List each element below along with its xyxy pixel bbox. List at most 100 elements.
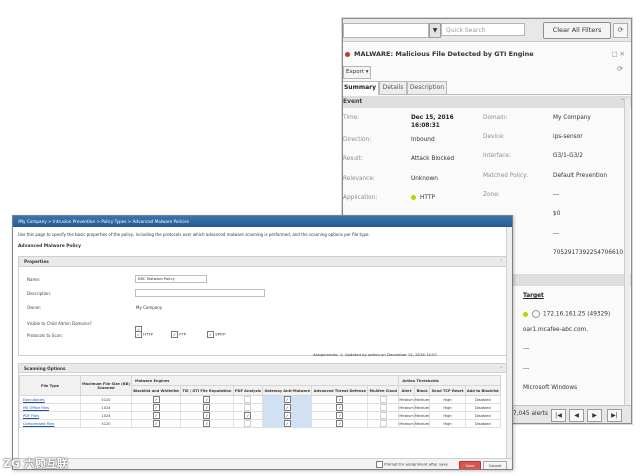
engine-checkbox[interactable]: ✓	[336, 396, 344, 403]
threshold-block-select[interactable]: Medium	[413, 403, 431, 412]
engine-checkbox-cell[interactable]	[367, 419, 400, 428]
threshold-alert-select[interactable]: Medium	[398, 411, 415, 420]
refresh-icon[interactable]: ⟳	[617, 65, 623, 73]
engine-checkbox[interactable]: ✓	[152, 404, 160, 411]
engine-checkbox[interactable]: ✓	[203, 412, 211, 419]
protocol-ftp[interactable]: ✓ FTP	[171, 331, 186, 338]
tab-description[interactable]: Description	[407, 81, 447, 94]
engine-checkbox[interactable]	[244, 404, 252, 411]
engine-checkbox-cell[interactable]	[367, 403, 400, 412]
threshold-alert-select[interactable]: Medium	[398, 403, 415, 412]
threshold-block-select[interactable]: Medium	[413, 395, 431, 404]
engine-checkbox-cell[interactable]: ✓	[130, 403, 182, 412]
refresh-icon[interactable]: ⟳	[613, 23, 628, 38]
export-button[interactable]: Export ▾	[343, 66, 371, 79]
engine-checkbox[interactable]: ✓	[336, 420, 344, 427]
threshold-reset-select[interactable]: High	[429, 395, 466, 404]
next-page-button[interactable]: ▶	[587, 409, 602, 422]
clear-all-filters-button[interactable]: Clear All Filters	[543, 22, 611, 39]
engine-checkbox-cell[interactable]: ✓	[232, 411, 264, 420]
description-input[interactable]	[135, 289, 265, 297]
scrollbar[interactable]	[506, 227, 512, 463]
file-type-link[interactable]: PDF Files	[19, 411, 81, 420]
engine-checkbox-cell[interactable]: ✓	[130, 411, 182, 420]
threshold-reset-select[interactable]: High	[429, 403, 466, 412]
threshold-reset-select[interactable]: High	[429, 411, 466, 420]
first-page-button[interactable]: |◀	[551, 409, 566, 422]
file-type-link[interactable]: MS Office Files	[19, 403, 81, 412]
engine-checkbox-cell[interactable]	[232, 395, 264, 404]
engine-checkbox-cell[interactable]	[232, 403, 264, 412]
engine-checkbox[interactable]: ✓	[152, 396, 160, 403]
collapse-icon[interactable]: ⌃	[499, 364, 503, 373]
protocol-http[interactable]: ✓ HTTP	[135, 331, 153, 338]
threshold-alert-select[interactable]: Medium	[398, 419, 415, 428]
engine-checkbox[interactable]	[379, 396, 387, 403]
name-input[interactable]: EBC Malware Policy	[135, 275, 207, 283]
protocol-smtp[interactable]: ✓ SMTP	[207, 331, 226, 338]
engine-checkbox[interactable]	[244, 420, 252, 427]
chevron-down-icon[interactable]: ▼	[429, 23, 441, 38]
quick-search-input[interactable]: Quick Search	[441, 23, 525, 36]
engine-checkbox[interactable]: ✓	[152, 420, 160, 427]
application-label: Application:	[343, 195, 378, 201]
engine-checkbox-cell[interactable]: ✓	[311, 403, 369, 412]
engine-checkbox-cell[interactable]: ✓	[262, 395, 313, 404]
scanning-options-header: Scanning Options ⌃	[19, 364, 507, 373]
engine-checkbox-cell[interactable]: ✓	[311, 411, 369, 420]
collapse-icon[interactable]: ⌃	[499, 257, 503, 267]
engine-checkbox-cell[interactable]: ✓	[130, 419, 182, 428]
threshold-block-select[interactable]: Medium	[413, 419, 431, 428]
engine-checkbox-cell[interactable]: ✓	[180, 403, 234, 412]
engine-checkbox[interactable]: ✓	[336, 412, 344, 419]
engine-checkbox-cell[interactable]	[367, 395, 400, 404]
breadcrumb[interactable]: /My Company > Intrusion Prevention > Pol…	[13, 216, 512, 227]
engine-checkbox[interactable]: ✓	[283, 420, 291, 427]
engine-checkbox-cell[interactable]: ✓	[262, 419, 313, 428]
protocol-http-label: HTTP	[143, 331, 153, 337]
engine-checkbox-cell[interactable]: ✓	[311, 419, 369, 428]
file-type-link[interactable]: Executables	[19, 395, 81, 404]
engine-checkbox-cell[interactable]	[232, 419, 264, 428]
engine-checkbox-cell[interactable]: ✓	[262, 411, 313, 420]
engine-checkbox[interactable]	[379, 420, 387, 427]
engine-checkbox[interactable]	[379, 404, 387, 411]
engine-checkbox[interactable]: ✓	[203, 404, 211, 411]
tab-summary[interactable]: Summary	[343, 81, 379, 95]
engine-checkbox[interactable]: ✓	[244, 412, 252, 419]
threshold-alert-select[interactable]: Medium	[398, 395, 415, 404]
prev-page-button[interactable]: ◀	[569, 409, 584, 422]
engine-checkbox-cell[interactable]: ✓	[311, 395, 369, 404]
file-type-link[interactable]: Compressed Files	[19, 419, 81, 428]
engine-checkbox[interactable]: ✓	[203, 420, 211, 427]
filter-select[interactable]	[343, 23, 429, 38]
threshold-blacklist-select[interactable]: Disabled	[464, 403, 502, 412]
engine-checkbox[interactable]: ✓	[336, 404, 344, 411]
last-page-button[interactable]: ▶|	[607, 409, 622, 422]
prompt-option[interactable]: Prompt for assignment after save	[376, 461, 448, 468]
threshold-blacklist-select[interactable]: Disabled	[464, 395, 502, 404]
engine-checkbox-cell[interactable]: ✓	[180, 395, 234, 404]
engine-checkbox[interactable]	[244, 396, 252, 403]
engine-checkbox[interactable]	[379, 412, 387, 419]
save-button[interactable]: Save	[459, 461, 481, 469]
engine-checkbox[interactable]: ✓	[152, 412, 160, 419]
threshold-block-select[interactable]: Medium	[413, 411, 431, 420]
engine-checkbox-cell[interactable]: ✓	[262, 403, 313, 412]
engine-checkbox[interactable]: ✓	[283, 412, 291, 419]
info-icon[interactable]	[532, 310, 540, 318]
tab-details[interactable]: Details	[379, 81, 407, 94]
engine-checkbox-cell[interactable]	[367, 411, 400, 420]
engine-checkbox[interactable]: ✓	[283, 396, 291, 403]
scrollbar[interactable]	[624, 99, 630, 409]
engine-checkbox-cell[interactable]: ✓	[180, 419, 234, 428]
threshold-reset-select[interactable]: High	[429, 419, 466, 428]
engine-checkbox-cell[interactable]: ✓	[180, 411, 234, 420]
engine-checkbox[interactable]: ✓	[283, 404, 291, 411]
cancel-button[interactable]: Cancel	[483, 461, 507, 469]
threshold-blacklist-select[interactable]: Disabled	[464, 419, 502, 428]
engine-checkbox-cell[interactable]: ✓	[130, 395, 182, 404]
engine-checkbox[interactable]: ✓	[203, 396, 211, 403]
threshold-blacklist-select[interactable]: Disabled	[464, 411, 502, 420]
window-controls[interactable]: □ ✕	[611, 50, 625, 58]
